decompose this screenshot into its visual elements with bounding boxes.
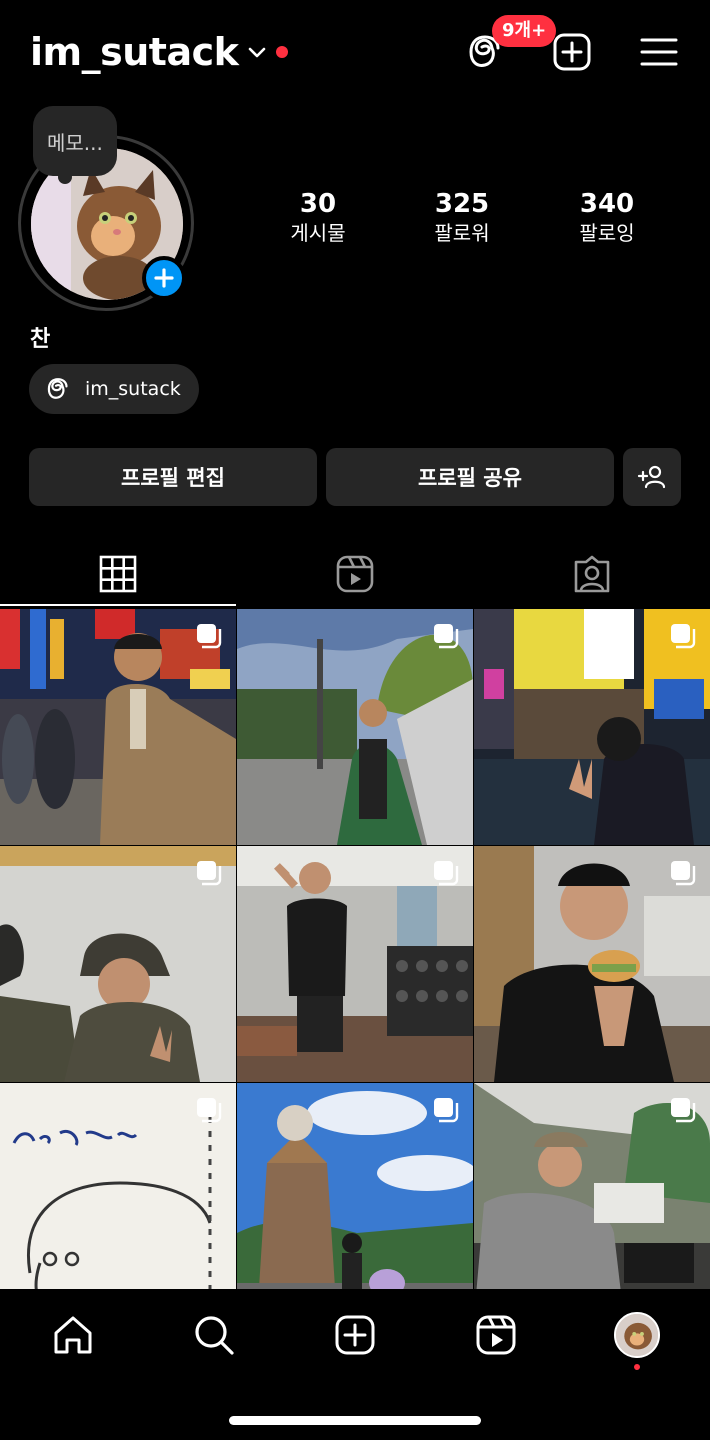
reels-icon — [336, 555, 374, 593]
account-switcher[interactable]: im_sutack — [30, 30, 289, 74]
share-profile-button[interactable]: 프로필 공유 — [326, 448, 614, 506]
stat-followers-label: 팔로워 — [434, 221, 490, 245]
carousel-icon — [671, 861, 696, 886]
note-text: 메모... — [47, 130, 103, 155]
posts-grid — [0, 609, 710, 1289]
tagged-icon — [574, 555, 610, 593]
add-person-icon — [637, 465, 666, 489]
threads-profile-link[interactable]: im_sutack — [29, 364, 199, 414]
stat-followers-count: 325 — [434, 189, 490, 219]
edit-profile-button[interactable]: 프로필 편집 — [29, 448, 317, 506]
carousel-icon — [671, 1098, 696, 1123]
display-name: 찬 — [30, 327, 51, 352]
post-gym[interactable] — [237, 846, 473, 1082]
post-night-street[interactable] — [0, 609, 236, 845]
post-theme-park[interactable] — [237, 1083, 473, 1289]
share-profile-label: 프로필 공유 — [418, 466, 522, 490]
menu-icon[interactable] — [639, 32, 679, 72]
threads-icon — [47, 378, 68, 399]
create-icon[interactable] — [552, 32, 592, 72]
note-bubble[interactable]: 메모... — [33, 106, 117, 176]
carousel-icon — [434, 1098, 459, 1123]
post-sketch-text[interactable] — [0, 1083, 236, 1289]
carousel-icon — [434, 861, 459, 886]
top-header: im_sutack 9개+ — [0, 0, 710, 105]
tab-tagged[interactable] — [474, 543, 710, 605]
carousel-icon — [671, 624, 696, 649]
add-story-button[interactable] — [142, 256, 186, 300]
stat-following-label: 팔로잉 — [579, 221, 635, 245]
active-tab-indicator — [0, 604, 236, 606]
reels-icon[interactable] — [474, 1313, 518, 1357]
create-icon[interactable] — [333, 1313, 377, 1357]
post-military-hats[interactable] — [0, 846, 236, 1082]
search-icon[interactable] — [192, 1313, 236, 1357]
discover-people-button[interactable] — [623, 448, 681, 506]
tab-reels[interactable] — [237, 543, 473, 605]
chevron-down-icon — [249, 47, 266, 58]
edit-profile-label: 프로필 편집 — [121, 466, 225, 490]
home-indicator[interactable] — [229, 1416, 481, 1425]
threads-badge: 9개+ — [492, 15, 557, 47]
threads-handle: im_sutack — [85, 378, 181, 400]
username: im_sutack — [30, 30, 239, 74]
stat-posts-label: 게시물 — [290, 221, 346, 245]
stat-following-count: 340 — [579, 189, 635, 219]
plus-icon — [154, 268, 174, 288]
post-city-neon[interactable] — [474, 609, 710, 845]
profile-avatar[interactable] — [614, 1312, 660, 1358]
tab-posts-grid[interactable] — [0, 543, 236, 605]
post-temple-road[interactable] — [237, 609, 473, 845]
stat-followers[interactable]: 325 팔로워 — [402, 188, 522, 246]
stat-posts[interactable]: 30 게시물 — [258, 188, 378, 246]
home-icon[interactable] — [51, 1313, 95, 1357]
stat-following[interactable]: 340 팔로잉 — [547, 188, 667, 246]
notification-dot — [276, 46, 289, 58]
post-cafe-burger[interactable] — [474, 846, 710, 1082]
carousel-icon — [197, 861, 222, 886]
grid-icon — [99, 555, 137, 593]
carousel-icon — [197, 624, 222, 649]
carousel-icon — [434, 624, 459, 649]
stat-posts-count: 30 — [299, 189, 337, 219]
cat-photo — [616, 1314, 658, 1356]
carousel-icon — [197, 1098, 222, 1123]
post-restaurant-laptop[interactable] — [474, 1083, 710, 1289]
profile-notification-dot — [634, 1364, 640, 1370]
